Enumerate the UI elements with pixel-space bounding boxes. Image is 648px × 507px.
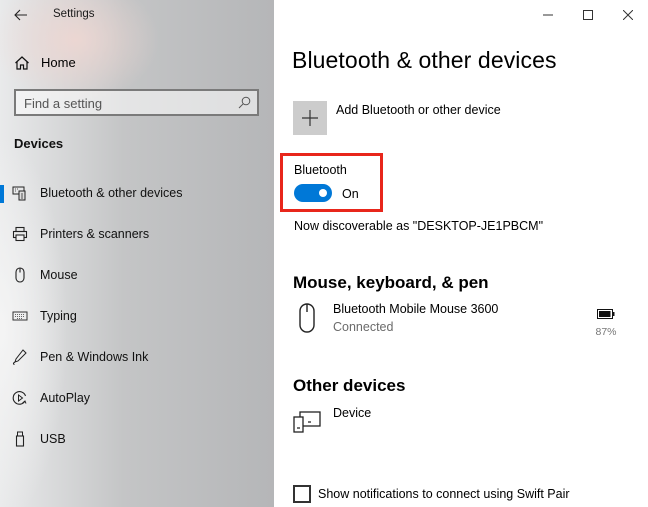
sidebar-item-label: Pen & Windows Ink <box>40 350 149 364</box>
device-name: Device <box>333 406 372 420</box>
minimize-button[interactable] <box>528 0 568 30</box>
home-icon <box>15 56 29 70</box>
swift-pair-option[interactable]: Show notifications to connect using Swif… <box>293 485 570 503</box>
minimize-icon <box>543 14 553 16</box>
device-status: Connected <box>333 320 394 334</box>
home-label: Home <box>41 55 76 70</box>
sidebar-item-label: USB <box>40 432 66 446</box>
search-box[interactable] <box>14 89 259 116</box>
sidebar: Settings Home Devices Bluetooth & other … <box>0 0 274 507</box>
battery-indicator: 87% <box>591 306 621 338</box>
mouse-icon <box>15 267 25 283</box>
main-content: Bluetooth & other devices Add Bluetooth … <box>274 0 648 507</box>
sidebar-item-typing[interactable]: Typing <box>0 298 274 334</box>
keyboard-icon <box>12 311 28 321</box>
app-title: Settings <box>53 8 95 20</box>
sidebar-item-autoplay[interactable]: AutoPlay <box>0 380 274 416</box>
mouse-icon <box>299 303 315 333</box>
add-device-label[interactable]: Add Bluetooth or other device <box>336 103 501 117</box>
swift-pair-label: Show notifications to connect using Swif… <box>318 487 570 501</box>
section-header-devices: Devices <box>14 136 64 151</box>
usb-icon <box>15 431 25 447</box>
active-indicator <box>0 185 4 203</box>
section-title-mouse-keyboard-pen: Mouse, keyboard, & pen <box>293 273 489 292</box>
device-name: Bluetooth Mobile Mouse 3600 <box>333 302 499 316</box>
page-title: Bluetooth & other devices <box>292 47 557 73</box>
close-icon <box>623 10 633 20</box>
close-button[interactable] <box>608 0 648 30</box>
device-row-mouse[interactable]: Bluetooth Mobile Mouse 3600 Connected 87… <box>293 302 633 342</box>
sidebar-item-printers[interactable]: Printers & scanners <box>0 216 274 252</box>
sidebar-item-usb[interactable]: USB <box>0 421 274 457</box>
title-bar: Settings <box>0 0 274 30</box>
device-icon <box>293 411 321 433</box>
sidebar-item-label: Printers & scanners <box>40 227 150 241</box>
sidebar-item-label: Mouse <box>40 268 78 282</box>
plus-icon <box>302 110 318 126</box>
bluetooth-devices-icon <box>12 186 26 201</box>
sidebar-item-mouse[interactable]: Mouse <box>0 257 274 293</box>
sidebar-item-label: AutoPlay <box>40 391 91 405</box>
battery-percentage: 87% <box>595 326 617 338</box>
section-title-other-devices: Other devices <box>293 376 406 395</box>
back-arrow-icon <box>14 9 27 21</box>
maximize-button[interactable] <box>568 0 608 30</box>
back-button[interactable] <box>10 4 32 26</box>
swift-pair-checkbox[interactable] <box>293 485 311 503</box>
sidebar-item-label: Typing <box>40 309 77 323</box>
discoverable-text: Now discoverable as "DESKTOP-JE1PBCM" <box>294 219 544 233</box>
sidebar-item-bluetooth[interactable]: Bluetooth & other devices <box>0 175 274 211</box>
device-row-other[interactable]: Device <box>293 406 633 446</box>
sidebar-item-label: Bluetooth & other devices <box>40 186 183 200</box>
maximize-icon <box>583 10 593 20</box>
add-device-button[interactable] <box>293 101 327 135</box>
battery-icon <box>597 309 615 319</box>
search-icon[interactable] <box>238 96 251 109</box>
sidebar-item-pen[interactable]: Pen & Windows Ink <box>0 339 274 375</box>
autoplay-icon <box>12 391 27 405</box>
home-link[interactable]: Home <box>0 50 274 76</box>
pen-icon <box>12 349 27 365</box>
printer-icon <box>12 226 28 242</box>
search-input[interactable] <box>24 94 224 112</box>
highlight-annotation <box>280 153 383 212</box>
